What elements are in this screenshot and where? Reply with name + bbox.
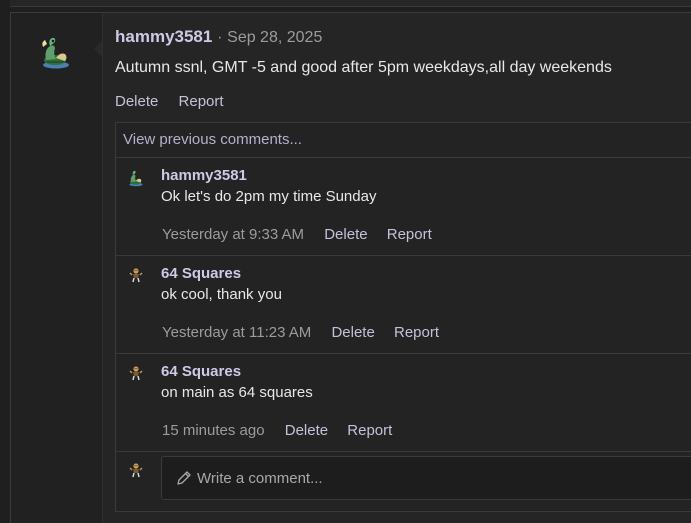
pokemon-avatar-icon[interactable] — [38, 34, 74, 70]
profile-post: hammy3581 · Sep 28, 2025 Autumn ssnl, GM… — [10, 12, 691, 523]
comment-text: on main as 64 squares — [161, 384, 313, 401]
comment-text: Ok let's do 2pm my time Sunday — [161, 188, 377, 205]
post-report-link[interactable]: Report — [179, 93, 224, 110]
comment-author-link[interactable]: 64 Squares — [161, 265, 241, 282]
comment-item: 64 Squares on main as 64 squares 15 minu… — [116, 354, 691, 452]
comment-footer: Yesterday at 11:23 AM Delete Report — [162, 324, 454, 341]
comment-time[interactable]: 15 minutes ago — [162, 422, 265, 439]
comment-text: ok cool, thank you — [161, 286, 282, 303]
comment-footer: 15 minutes ago Delete Report — [162, 422, 407, 439]
previous-post-edge — [10, 0, 691, 7]
comment-delete-link[interactable]: Delete — [285, 422, 328, 439]
comment-author-link[interactable]: 64 Squares — [161, 363, 241, 380]
pokemon-avatar-icon[interactable] — [127, 169, 145, 187]
comment-report-link[interactable]: Report — [387, 226, 432, 243]
comment-report-link[interactable]: Report — [394, 324, 439, 341]
comment-report-link[interactable]: Report — [347, 422, 392, 439]
pencil-icon — [177, 471, 191, 485]
write-comment-placeholder: Write a comment... — [197, 469, 323, 487]
pokemon-avatar-icon[interactable] — [127, 365, 145, 383]
meta-separator: · — [217, 29, 223, 46]
comment-item: hammy3581 Ok let's do 2pm my time Sunday… — [116, 158, 691, 256]
comment-author-link[interactable]: hammy3581 — [161, 167, 247, 184]
post-actions: Delete Report — [115, 93, 240, 110]
write-comment-row: Write a comment... — [116, 452, 691, 512]
post-meta: hammy3581 · Sep 28, 2025 — [115, 27, 322, 47]
comment-delete-link[interactable]: Delete — [331, 324, 374, 341]
comment-footer: Yesterday at 9:33 AM Delete Report — [162, 226, 447, 243]
post-delete-link[interactable]: Delete — [115, 93, 158, 110]
comment-delete-link[interactable]: Delete — [324, 226, 367, 243]
post-date[interactable]: Sep 28, 2025 — [227, 29, 322, 46]
post-pointer-arrow — [94, 41, 102, 57]
pokemon-avatar-icon — [129, 463, 143, 478]
comment-time[interactable]: Yesterday at 11:23 AM — [162, 324, 311, 341]
comment-time[interactable]: Yesterday at 9:33 AM — [162, 226, 304, 243]
post-message: Autumn ssnl, GMT -5 and good after 5pm w… — [115, 59, 612, 76]
pokemon-avatar-icon[interactable] — [127, 267, 145, 285]
post-author-link[interactable]: hammy3581 — [115, 27, 212, 46]
comments-box: View previous comments... hammy3581 Ok l… — [115, 122, 691, 512]
comment-item: 64 Squares ok cool, thank you Yesterday … — [116, 256, 691, 354]
post-avatar-column — [11, 13, 103, 523]
write-comment-input[interactable]: Write a comment... — [161, 456, 691, 500]
view-previous-comments-link[interactable]: View previous comments... — [116, 123, 691, 158]
